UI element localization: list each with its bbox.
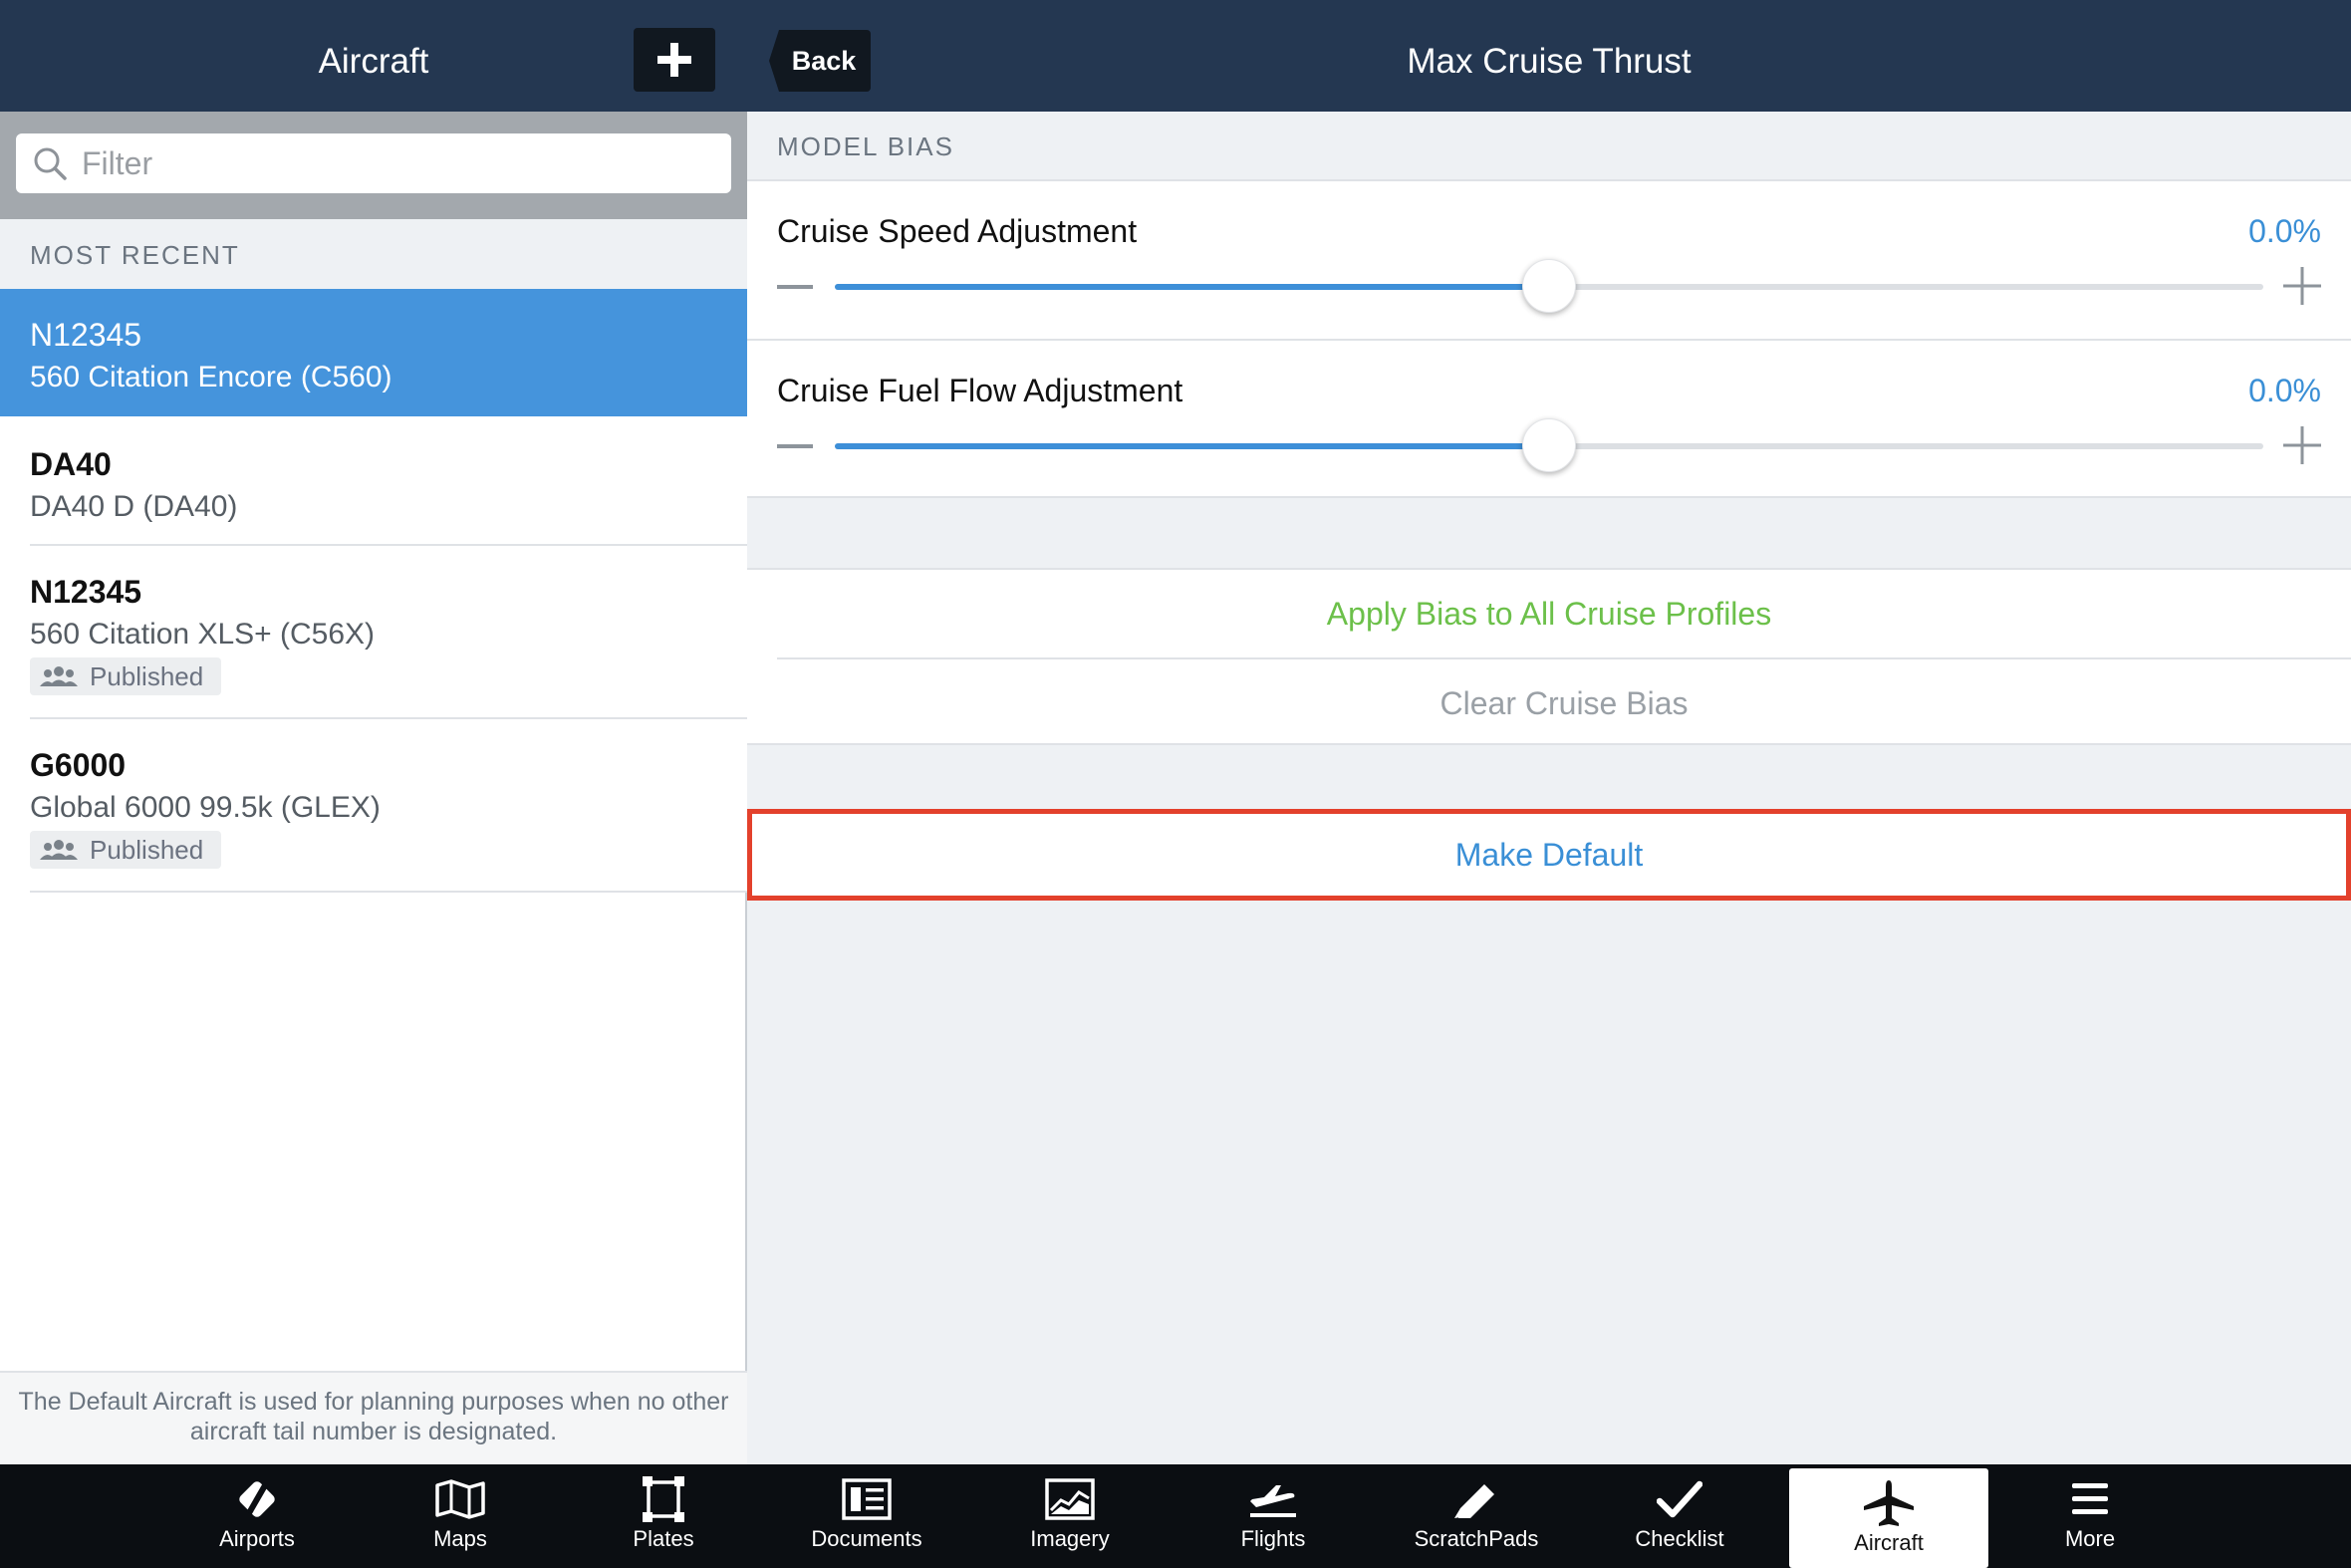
more-icon <box>2072 1483 2108 1514</box>
slider-value: 0.0% <box>2248 213 2321 249</box>
published-badge: Published <box>30 831 221 869</box>
published-badge: Published <box>30 657 221 695</box>
add-aircraft-button[interactable] <box>634 28 715 92</box>
search-bar <box>0 112 747 219</box>
plus-icon <box>657 43 691 77</box>
right-header: Max Cruise Thrust Back <box>747 0 2351 112</box>
minus-icon[interactable] <box>777 285 813 289</box>
tab-label: ScratchPads <box>1414 1526 1539 1551</box>
apply-bias-button[interactable]: Apply Bias to All Cruise Profiles <box>747 570 2351 657</box>
tab-label: More <box>2064 1526 2116 1551</box>
divider <box>30 891 747 893</box>
documents-icon <box>842 1478 892 1520</box>
cruise-fuel-flow-row: Cruise Fuel Flow Adjustment 0.0% <box>747 339 2351 496</box>
aircraft-list-item[interactable]: N12345 560 Citation XLS+ (C56X) Publishe… <box>0 546 747 719</box>
tab-plates[interactable]: Plates <box>562 1464 765 1568</box>
aircraft-tail: N12345 <box>30 317 142 353</box>
checklist-icon <box>1657 1480 1702 1518</box>
flights-icon <box>1250 1485 1296 1517</box>
filter-input[interactable] <box>82 133 719 193</box>
search-icon <box>34 147 67 180</box>
plates-icon <box>643 1476 684 1522</box>
left-header: Aircraft <box>0 0 747 112</box>
plus-icon[interactable] <box>2283 267 2321 305</box>
aircraft-type: 560 Citation Encore (C560) <box>30 361 392 393</box>
aircraft-tail: N12345 <box>30 574 142 610</box>
page-title: Max Cruise Thrust <box>1407 42 1692 81</box>
slider-thumb[interactable] <box>1522 418 1576 472</box>
make-default-highlight: Make Default <box>747 809 2351 901</box>
aircraft-type: 560 Citation XLS+ (C56X) <box>30 618 376 651</box>
default-aircraft-note: The Default Aircraft is used for plannin… <box>0 1371 747 1464</box>
cruise-speed-row: Cruise Speed Adjustment 0.0% <box>747 181 2351 339</box>
tab-imagery[interactable]: Imagery <box>968 1464 1172 1568</box>
tab-label: Plates <box>633 1526 694 1551</box>
aircraft-list-item[interactable]: G6000 Global 6000 99.5k (GLEX) Published <box>0 719 747 893</box>
tab-flights[interactable]: Flights <box>1172 1464 1375 1568</box>
slider-thumb[interactable] <box>1522 259 1576 313</box>
back-button[interactable]: Back <box>769 30 871 92</box>
tab-airports[interactable]: Airports <box>155 1464 359 1568</box>
model-bias-header: MODEL BIAS <box>777 131 954 161</box>
tab-checklist[interactable]: Checklist <box>1578 1464 1781 1568</box>
people-icon <box>40 840 78 860</box>
aircraft-tail: DA40 <box>30 446 112 482</box>
tab-label: Airports <box>219 1526 295 1551</box>
slider-fill <box>835 284 1549 290</box>
aircraft-list-item[interactable]: DA40 DA40 D (DA40) <box>0 416 747 546</box>
aircraft-tail: G6000 <box>30 747 127 783</box>
tab-aircraft[interactable]: Aircraft <box>1789 1468 1988 1568</box>
people-icon <box>40 666 78 686</box>
bias-sliders: Cruise Speed Adjustment 0.0% Cruise Fuel… <box>747 179 2351 498</box>
plus-icon[interactable] <box>2283 426 2321 464</box>
slider-label: Cruise Fuel Flow Adjustment <box>777 373 1183 408</box>
search-box[interactable] <box>16 133 731 193</box>
slider-fill <box>835 443 1549 449</box>
minus-icon[interactable] <box>777 444 813 448</box>
airports-icon <box>239 1481 275 1517</box>
slider-label: Cruise Speed Adjustment <box>777 213 1138 249</box>
aircraft-type: DA40 D (DA40) <box>30 490 238 523</box>
tab-label: Checklist <box>1635 1526 1724 1551</box>
bias-actions: Apply Bias to All Cruise Profiles Clear … <box>747 568 2351 745</box>
aircraft-type: Global 6000 99.5k (GLEX) <box>30 791 381 824</box>
tab-more[interactable]: More <box>1988 1464 2192 1568</box>
profile-detail-panel: Max Cruise Thrust Back MODEL BIAS Cruise… <box>747 0 2351 1464</box>
tab-label: Maps <box>433 1526 487 1551</box>
most-recent-header: MOST RECENT <box>0 219 747 289</box>
tab-label: Documents <box>811 1526 922 1551</box>
tab-maps[interactable]: Maps <box>359 1464 562 1568</box>
badge-label: Published <box>90 660 204 691</box>
tab-label: Imagery <box>1030 1526 1110 1551</box>
aircraft-icon <box>1864 1480 1914 1526</box>
badge-label: Published <box>90 834 204 865</box>
clear-bias-button[interactable]: Clear Cruise Bias <box>777 657 2351 745</box>
aircraft-list-item[interactable]: N12345 560 Citation Encore (C560) <box>0 289 747 416</box>
tab-label: Aircraft <box>1854 1530 1924 1555</box>
aircraft-list-panel: Aircraft MOST RECENT N12345 560 Citation… <box>0 0 747 1464</box>
tab-scratchpads[interactable]: ScratchPads <box>1375 1464 1578 1568</box>
tab-documents[interactable]: Documents <box>765 1464 968 1568</box>
maps-icon <box>435 1479 485 1519</box>
tab-label: Flights <box>1240 1526 1306 1551</box>
slider-value: 0.0% <box>2248 373 2321 408</box>
make-default-button[interactable]: Make Default <box>752 814 2346 896</box>
tab-bar: Airports Maps Plates Documents Imagery F… <box>0 1464 2351 1568</box>
scratchpads-icon <box>1454 1484 1494 1518</box>
imagery-icon <box>1045 1478 1095 1520</box>
